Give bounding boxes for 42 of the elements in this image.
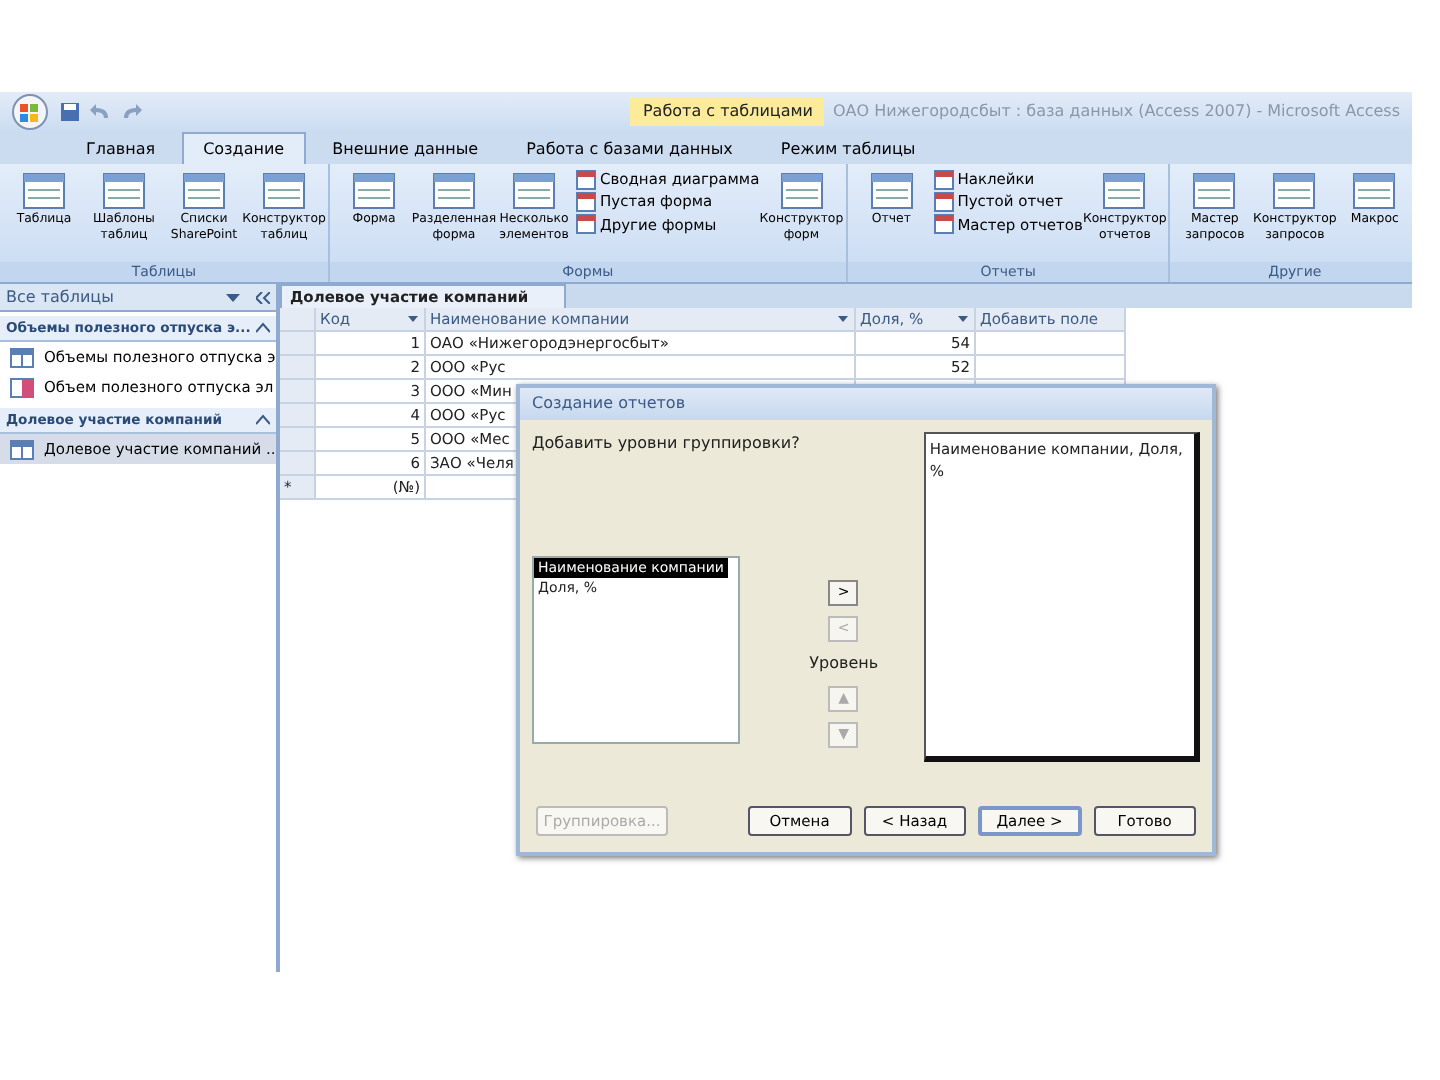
table-icon [10,347,34,368]
contextual-tab-label: Работа с таблицами [630,98,825,126]
document-icon [100,168,148,212]
document-icon [933,214,954,235]
document-icon [933,169,954,190]
table-icon [10,439,34,459]
dialog-title: Создание отчетов [520,388,1212,420]
nav-pane-title: Все таблицы [6,285,114,309]
dropdown-icon[interactable] [226,291,240,303]
ribbon-tab[interactable]: Режим таблицы [758,132,938,164]
document-icon [20,168,68,212]
ribbon-tab[interactable]: Создание [181,132,307,164]
dialog-question: Добавить уровни группировки? [532,432,800,456]
document-icon [576,214,596,235]
collapse-icon[interactable] [256,322,270,335]
document-icon [1270,168,1319,212]
document-icon [260,168,308,212]
document-icon [933,191,954,212]
save-icon[interactable] [60,102,80,122]
document-icon [777,168,826,212]
document-icon [867,168,916,212]
document-icon [1350,168,1399,212]
ribbon-tab[interactable]: Работа с базами данных [504,132,755,164]
redo-icon[interactable] [120,102,144,122]
document-icon [350,168,398,212]
document-icon [576,169,596,190]
document-icon [430,168,478,212]
window-title: ОАО Нижегородсбыт : база данных (Access 2007) - Microsoft Access [832,100,1400,124]
collapse-icon[interactable] [256,413,270,426]
ribbon-tab[interactable]: Главная [64,132,178,164]
priority-label: Уровень [809,652,879,676]
document-icon [180,168,228,212]
document-icon [1100,168,1149,212]
undo-icon[interactable] [88,102,112,122]
document-icon [1190,168,1239,212]
document-icon [510,168,558,212]
document-icon [576,191,596,212]
ribbon-tab[interactable]: Внешние данные [310,132,501,164]
query-icon [10,378,34,399]
select-all-cell[interactable] [280,308,316,332]
collapse-icon[interactable] [256,291,270,303]
office-button[interactable] [8,94,52,130]
